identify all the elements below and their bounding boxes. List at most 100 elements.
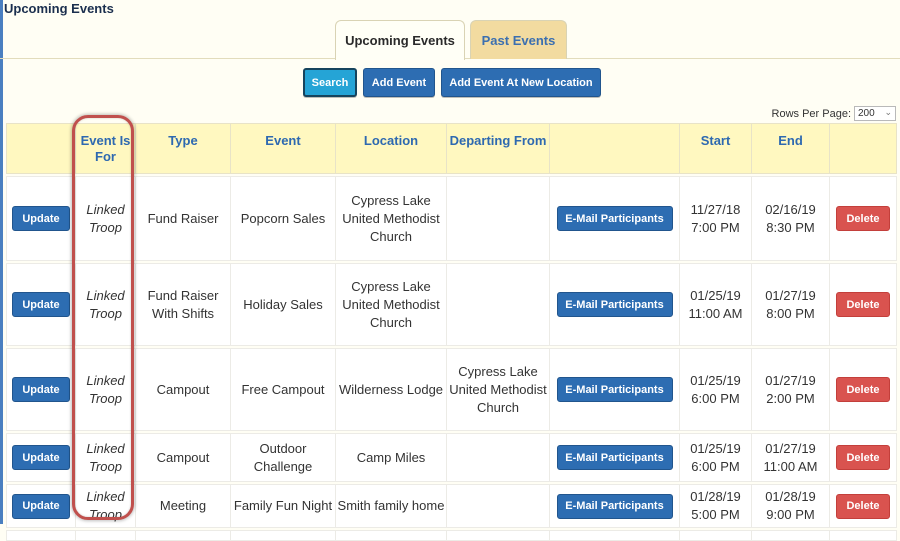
end-time: 8:30 PM bbox=[766, 219, 815, 235]
end-date: 01/27/19 bbox=[765, 287, 816, 303]
departing-from-cell bbox=[446, 263, 550, 346]
start-time: 11:00 AM bbox=[688, 305, 743, 321]
end-date: 01/27/19 bbox=[765, 372, 816, 388]
start-time: 5:00 PM bbox=[691, 507, 740, 522]
type-cell: Campout bbox=[135, 433, 231, 482]
header-location[interactable]: Location bbox=[335, 123, 447, 174]
departing-from-cell: Cypress Lake United Methodist Church bbox=[446, 348, 550, 431]
add-event-new-location-button[interactable]: Add Event At New Location bbox=[441, 68, 601, 97]
event-cell: Family Fun Night bbox=[230, 484, 336, 528]
location-cell: Smith family home bbox=[335, 484, 447, 528]
delete-button[interactable]: Delete bbox=[836, 377, 890, 402]
update-button[interactable]: Update bbox=[12, 445, 70, 470]
departing-from-cell bbox=[446, 433, 550, 482]
event-is-for-cell: Linked Troop bbox=[75, 433, 136, 482]
end-cell: 01/28/19 9:00 PM bbox=[751, 484, 830, 528]
end-date: 01/28/19 bbox=[765, 489, 816, 504]
update-button[interactable]: Update bbox=[12, 377, 70, 402]
start-date: 01/25/19 bbox=[690, 287, 741, 303]
type-cell: Campout bbox=[135, 348, 231, 431]
start-cell: 01/28/19 5:00 PM bbox=[679, 484, 752, 528]
header-departing-from[interactable]: Departing From bbox=[446, 123, 550, 174]
rows-per-page: Rows Per Page: 200 ⌄ bbox=[772, 106, 896, 121]
end-cell: 01/27/19 8:00 PM bbox=[751, 263, 830, 346]
update-button[interactable]: Update bbox=[12, 206, 70, 231]
search-button[interactable]: Search bbox=[303, 68, 357, 97]
email-participants-button[interactable]: E-Mail Participants bbox=[556, 493, 673, 519]
delete-button[interactable]: Delete bbox=[836, 206, 890, 231]
event-is-for-cell: Linked Troop bbox=[75, 263, 136, 346]
update-button[interactable]: Update bbox=[12, 493, 70, 519]
header-event[interactable]: Event bbox=[230, 123, 336, 174]
end-cell: 02/16/19 8:30 PM bbox=[751, 176, 830, 261]
table-row: Update Linked Troop Fund Raiser With Shi… bbox=[6, 263, 897, 346]
start-time: 6:00 PM bbox=[691, 458, 740, 474]
update-button[interactable]: Update bbox=[12, 292, 70, 317]
start-cell: 01/25/19 11:00 AM bbox=[679, 263, 752, 346]
table-row: Update Linked Troop Meeting Family Fun N… bbox=[6, 484, 897, 528]
header-start[interactable]: Start bbox=[679, 123, 752, 174]
end-cell: 01/27/19 11:00 AM bbox=[751, 433, 830, 482]
departing-from-cell bbox=[446, 484, 550, 528]
start-cell: 11/27/18 7:00 PM bbox=[679, 176, 752, 261]
table-header-row: Event Is For Type Event Location Departi… bbox=[6, 123, 897, 174]
event-is-for-cell: Linked Troop bbox=[75, 176, 136, 261]
events-table: Event Is For Type Event Location Departi… bbox=[6, 123, 897, 541]
start-cell: 01/25/19 6:00 PM bbox=[679, 348, 752, 431]
event-cell: Popcorn Sales bbox=[230, 176, 336, 261]
end-time: 9:00 PM bbox=[766, 507, 815, 522]
departing-from-cell bbox=[446, 176, 550, 261]
event-is-for-cell: Linked Troop bbox=[75, 348, 136, 431]
delete-button[interactable]: Delete bbox=[836, 493, 890, 519]
header-cell bbox=[829, 123, 897, 174]
location-cell: Wilderness Lodge bbox=[335, 348, 447, 431]
table-row: Update Linked Troop Fund Raiser Popcorn … bbox=[6, 176, 897, 261]
tab-upcoming-events[interactable]: Upcoming Events bbox=[335, 20, 465, 60]
delete-button[interactable]: Delete bbox=[836, 445, 890, 470]
end-time: 8:00 PM bbox=[766, 305, 815, 321]
start-date: 01/25/19 bbox=[690, 372, 741, 388]
header-type[interactable]: Type bbox=[135, 123, 231, 174]
end-cell: 01/27/19 2:00 PM bbox=[751, 348, 830, 431]
table-row-partial bbox=[6, 530, 897, 541]
event-is-for-cell: Linked Troop bbox=[75, 484, 136, 528]
rows-per-page-value: 200 bbox=[858, 108, 875, 119]
header-cell bbox=[549, 123, 680, 174]
tab-bar: Upcoming Events Past Events bbox=[0, 20, 900, 60]
page-title: Upcoming Events bbox=[4, 1, 114, 16]
rows-per-page-label: Rows Per Page: bbox=[771, 107, 851, 120]
delete-button[interactable]: Delete bbox=[836, 292, 890, 317]
header-event-is-for[interactable]: Event Is For bbox=[75, 123, 136, 174]
end-date: 01/27/19 bbox=[765, 440, 816, 456]
table-row: Update Linked Troop Campout Outdoor Chal… bbox=[6, 433, 897, 482]
type-cell: Fund Raiser bbox=[135, 176, 231, 261]
header-cell bbox=[6, 123, 76, 174]
type-cell: Fund Raiser With Shifts bbox=[135, 263, 231, 346]
location-cell: Cypress Lake United Methodist Church bbox=[335, 176, 447, 261]
location-cell: Camp Miles bbox=[335, 433, 447, 482]
start-date: 01/28/19 bbox=[690, 489, 741, 504]
event-cell: Holiday Sales bbox=[230, 263, 336, 346]
start-date: 01/25/19 bbox=[690, 440, 741, 456]
start-time: 6:00 PM bbox=[691, 390, 740, 406]
email-participants-button[interactable]: E-Mail Participants bbox=[556, 445, 673, 470]
end-time: 2:00 PM bbox=[766, 390, 815, 406]
type-cell: Meeting bbox=[135, 484, 231, 528]
email-participants-button[interactable]: E-Mail Participants bbox=[556, 292, 673, 317]
toolbar: Search Add Event Add Event At New Locati… bbox=[0, 68, 900, 98]
tab-past-events[interactable]: Past Events bbox=[470, 20, 567, 59]
end-time: 11:00 AM bbox=[763, 458, 818, 474]
chevron-down-icon: ⌄ bbox=[884, 107, 892, 117]
email-participants-button[interactable]: E-Mail Participants bbox=[556, 377, 673, 402]
location-cell: Cypress Lake United Methodist Church bbox=[335, 263, 447, 346]
header-end[interactable]: End bbox=[751, 123, 830, 174]
add-event-button[interactable]: Add Event bbox=[363, 68, 435, 97]
start-cell: 01/25/19 6:00 PM bbox=[679, 433, 752, 482]
start-date: 11/27/18 bbox=[690, 201, 741, 217]
event-cell: Free Campout bbox=[230, 348, 336, 431]
rows-per-page-select[interactable]: 200 ⌄ bbox=[854, 106, 896, 121]
end-date: 02/16/19 bbox=[765, 201, 816, 217]
start-time: 7:00 PM bbox=[691, 219, 740, 235]
email-participants-button[interactable]: E-Mail Participants bbox=[556, 206, 673, 231]
event-cell: Outdoor Challenge bbox=[230, 433, 336, 482]
